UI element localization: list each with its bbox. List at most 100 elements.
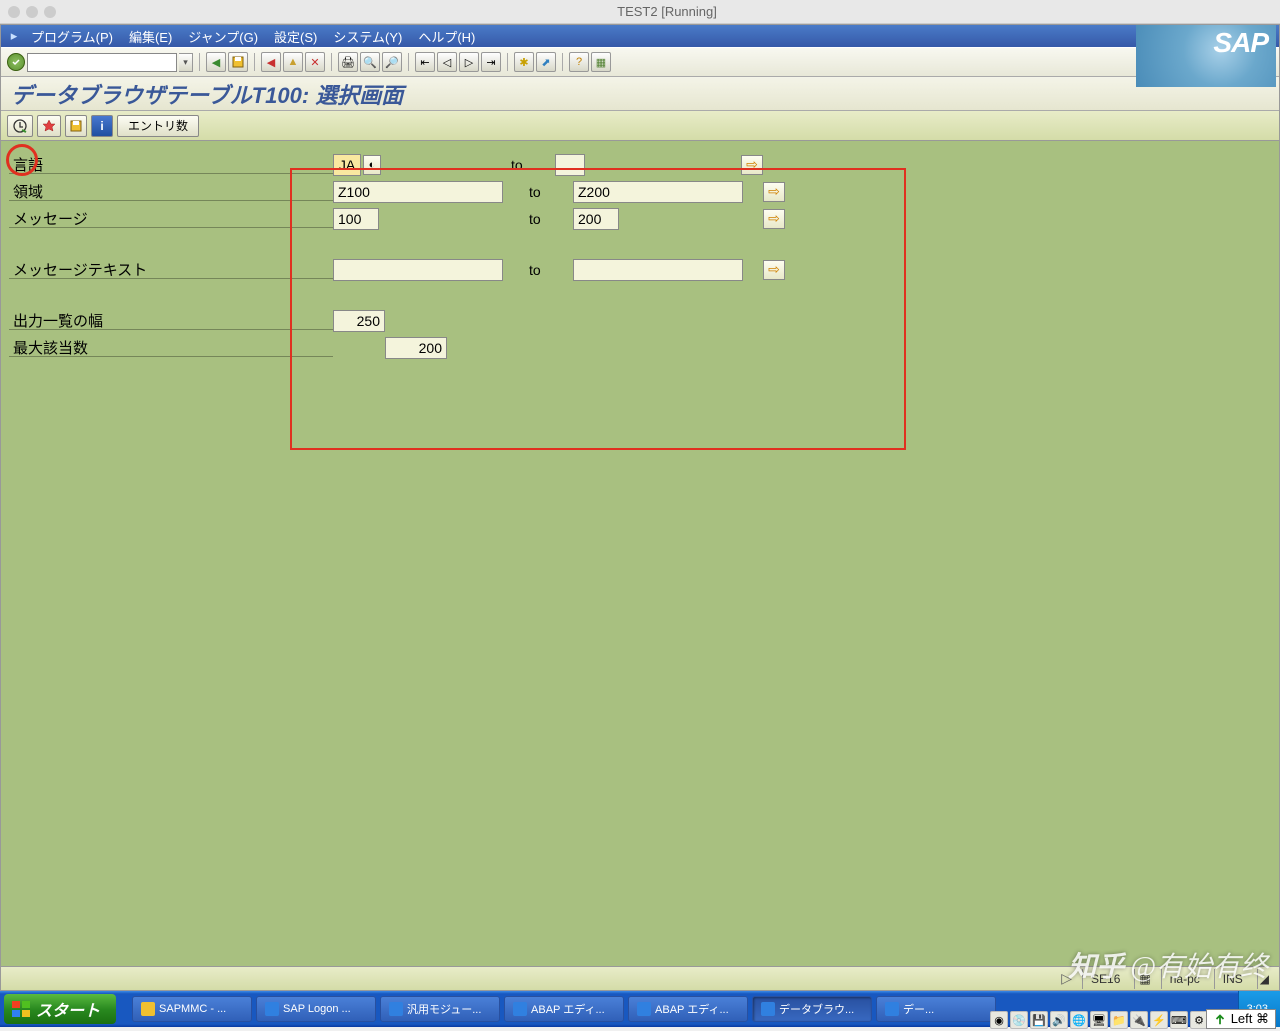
input-text-to[interactable] xyxy=(573,259,743,281)
f4-help-icon[interactable]: ◐ xyxy=(363,155,381,175)
taskbar-item[interactable]: SAPMMC - ... xyxy=(132,996,252,1022)
multiple-selection-button[interactable]: ⇨ xyxy=(763,182,785,202)
input-area-to[interactable] xyxy=(573,181,743,203)
close-icon[interactable] xyxy=(8,6,20,18)
input-max-hits[interactable] xyxy=(385,337,447,359)
vm-icon[interactable]: 🔌 xyxy=(1130,1011,1148,1029)
to-label: to xyxy=(513,184,573,200)
taskbar-item-label: SAPMMC - ... xyxy=(159,1003,226,1015)
standard-toolbar: ▾ ◀ ◀ ▲ ✕ 🖨 🔍 🔎 ⇤ ◁ ▷ ⇥ ✱ ⬈ ? ▦ xyxy=(1,47,1279,77)
vm-icon[interactable]: 💿 xyxy=(1010,1011,1028,1029)
label-width: 出力一覧の幅 xyxy=(1,310,333,331)
status-host: na-pc xyxy=(1161,969,1208,989)
sel-row-language: 言語 ◐ to ⇨ xyxy=(1,151,1279,178)
taskbar-item[interactable]: ABAP エディ... xyxy=(628,996,748,1022)
layout-button[interactable]: ▦ xyxy=(591,52,611,72)
sel-row-message: メッセージ to ⇨ xyxy=(1,205,1279,232)
vm-icon[interactable]: ⚡ xyxy=(1150,1011,1168,1029)
status-resize-icon[interactable]: ◢ xyxy=(1257,969,1271,989)
vm-icon[interactable]: 🌐 xyxy=(1070,1011,1088,1029)
execute-button[interactable] xyxy=(7,115,33,137)
find-next-button[interactable]: 🔎 xyxy=(382,52,402,72)
label-message: メッセージ xyxy=(1,208,333,229)
taskbar-item-label: ABAP エディ... xyxy=(655,1001,729,1017)
page-title: データブラウザテーブルT100: 選択画面 xyxy=(11,78,403,110)
okcode-dropdown[interactable]: ▾ xyxy=(179,53,193,72)
vm-icon[interactable]: ⌨ xyxy=(1170,1011,1188,1029)
vm-icon[interactable]: ◉ xyxy=(990,1011,1008,1029)
first-page-button[interactable]: ⇤ xyxy=(415,52,435,72)
sel-row-text: メッセージテキスト to ⇨ xyxy=(1,256,1279,283)
vm-capture-indicator: Left ⌘ xyxy=(1206,1009,1276,1029)
menu-settings[interactable]: 設定(S) xyxy=(266,27,325,46)
zoom-icon[interactable] xyxy=(44,6,56,18)
menu-system[interactable]: システム(Y) xyxy=(325,27,410,46)
menu-edit[interactable]: 編集(E) xyxy=(121,27,180,46)
menu-corner-icon[interactable]: ▸ xyxy=(5,28,23,44)
input-area-from[interactable] xyxy=(333,181,503,203)
input-language-from[interactable] xyxy=(333,154,361,176)
app-icon xyxy=(637,1002,651,1016)
prev-page-button[interactable]: ◁ xyxy=(437,52,457,72)
app-icon xyxy=(389,1002,403,1016)
sel-row-area: 領域 to ⇨ xyxy=(1,178,1279,205)
input-language-to[interactable] xyxy=(555,154,585,176)
back-button[interactable]: ◀ xyxy=(206,52,226,72)
to-label: to xyxy=(513,262,573,278)
input-text-from[interactable] xyxy=(333,259,503,281)
sap-gui-window: SAP ▸ プログラム(P) 編集(E) ジャンプ(G) 設定(S) システム(… xyxy=(0,24,1280,991)
app-icon xyxy=(885,1002,899,1016)
sap-menubar: ▸ プログラム(P) 編集(E) ジャンプ(G) 設定(S) システム(Y) ヘ… xyxy=(1,25,1279,47)
info-button[interactable]: i xyxy=(91,115,113,137)
vm-icon[interactable]: 🔊 xyxy=(1050,1011,1068,1029)
app-toolbar: i エントリ数 xyxy=(1,111,1279,141)
exit-button[interactable]: ◀ xyxy=(261,52,281,72)
new-session-button[interactable]: ✱ xyxy=(514,52,534,72)
input-width[interactable] xyxy=(333,310,385,332)
save-variant-button[interactable] xyxy=(65,115,87,137)
menu-goto[interactable]: ジャンプ(G) xyxy=(180,27,266,46)
save-button[interactable] xyxy=(228,52,248,72)
taskbar-item[interactable]: デー... xyxy=(876,996,996,1022)
print-button[interactable]: 🖨 xyxy=(338,52,358,72)
up-button[interactable]: ▲ xyxy=(283,52,303,72)
menu-program[interactable]: プログラム(P) xyxy=(23,27,121,46)
taskbar-item-label: デー... xyxy=(903,1001,934,1017)
input-message-from[interactable] xyxy=(333,208,379,230)
start-label: スタート xyxy=(36,997,100,1021)
cancel-button[interactable]: ✕ xyxy=(305,52,325,72)
capture-label: Left ⌘ xyxy=(1231,1011,1269,1027)
okcode-input[interactable] xyxy=(27,53,177,72)
last-page-button[interactable]: ⇥ xyxy=(481,52,501,72)
selection-screen: 言語 ◐ to ⇨ 領域 to ⇨ メッセージ to ⇨ xyxy=(1,141,1279,966)
taskbar-item[interactable]: データブラウ... xyxy=(752,996,872,1022)
taskbar-item-label: SAP Logon ... xyxy=(283,1003,351,1015)
multiple-selection-button[interactable]: ⇨ xyxy=(763,209,785,229)
status-icon[interactable]: ▦ xyxy=(1134,969,1154,989)
entry-count-button[interactable]: エントリ数 xyxy=(117,115,199,137)
multiple-selection-button[interactable]: ⇨ xyxy=(741,155,763,175)
label-text: メッセージテキスト xyxy=(1,259,333,280)
taskbar-item[interactable]: 汎用モジュー... xyxy=(380,996,500,1022)
enter-button[interactable] xyxy=(7,53,25,71)
multiple-selection-button[interactable]: ⇨ xyxy=(763,260,785,280)
input-message-to[interactable] xyxy=(573,208,619,230)
next-page-button[interactable]: ▷ xyxy=(459,52,479,72)
status-insert-mode: INS xyxy=(1214,969,1251,989)
app-icon xyxy=(761,1002,775,1016)
find-button[interactable]: 🔍 xyxy=(360,52,380,72)
taskbar-item[interactable]: SAP Logon ... xyxy=(256,996,376,1022)
sap-logo-area: SAP xyxy=(1136,25,1276,87)
menu-help[interactable]: ヘルプ(H) xyxy=(410,27,483,46)
vm-icon[interactable]: 🖥 xyxy=(1090,1011,1108,1029)
vm-icon[interactable]: 📁 xyxy=(1110,1011,1128,1029)
create-shortcut-button[interactable]: ⬈ xyxy=(536,52,556,72)
status-expand-icon[interactable]: ▷ xyxy=(1057,970,1076,987)
status-tcode: SE16 xyxy=(1082,969,1128,989)
start-button[interactable]: スタート xyxy=(4,994,116,1024)
vm-icon[interactable]: 💾 xyxy=(1030,1011,1048,1029)
selection-options-button[interactable] xyxy=(37,115,61,137)
minimize-icon[interactable] xyxy=(26,6,38,18)
taskbar-item[interactable]: ABAP エディ... xyxy=(504,996,624,1022)
help-button[interactable]: ? xyxy=(569,52,589,72)
